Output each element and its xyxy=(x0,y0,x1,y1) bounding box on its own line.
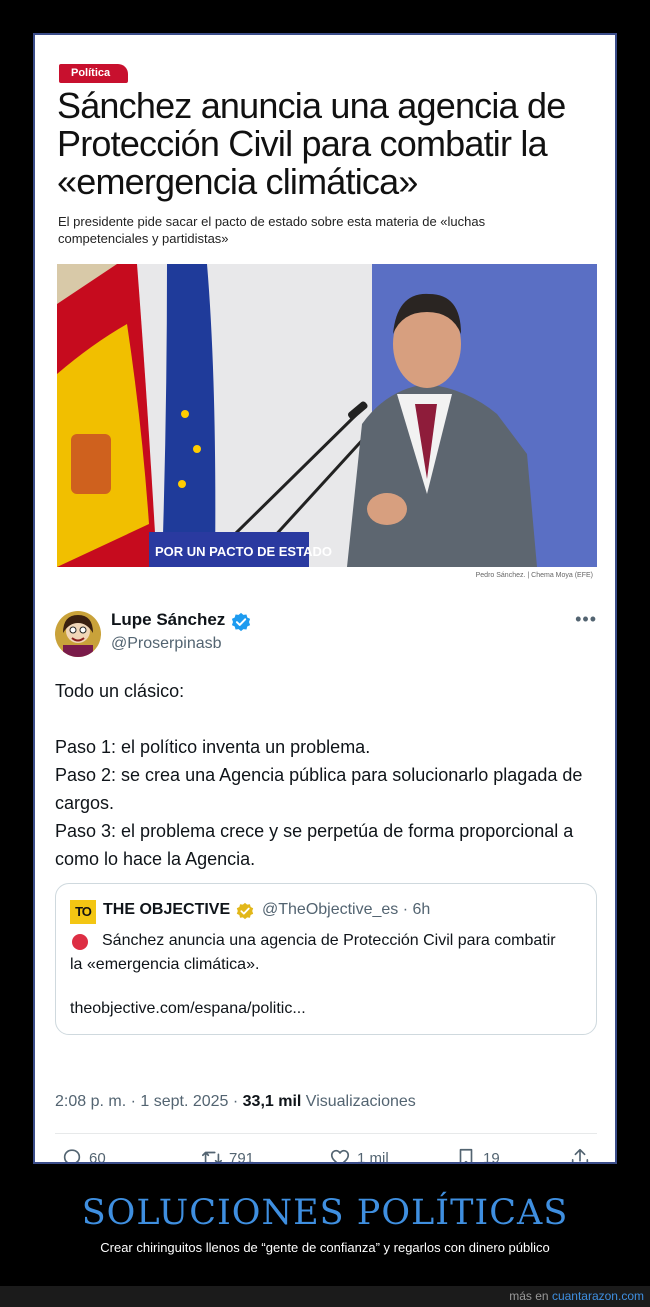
tweet-meta: 2:08 p. m. · 1 sept. 2025 · 33,1 mil Vis… xyxy=(55,1093,416,1111)
tweet-timestamp[interactable]: 2:08 p. m. · 1 sept. 2025 · xyxy=(55,1093,243,1110)
credit-prefix: más en xyxy=(509,1289,552,1303)
verified-badge-icon xyxy=(231,612,251,632)
photo-caption: Pedro Sánchez. | Chema Moya (EFE) xyxy=(475,572,593,579)
views-count: 33,1 mil xyxy=(242,1093,302,1110)
bookmark-icon xyxy=(459,1148,473,1162)
site-link[interactable]: cuantarazon.com xyxy=(552,1289,644,1303)
tweet-text: Todo un clásico: Paso 1: el político inv… xyxy=(55,677,595,873)
reply-count: 60 xyxy=(89,1149,106,1164)
like-count: 1 mil xyxy=(357,1149,389,1164)
bookmark-button[interactable]: 19 xyxy=(455,1147,500,1164)
podium-banner-text: POR UN PACTO DE ESTADO xyxy=(155,544,332,559)
avatar[interactable] xyxy=(55,611,101,657)
article-photo[interactable]: POR UN PACTO DE ESTADO xyxy=(57,264,597,567)
retweet-button[interactable]: 791 xyxy=(201,1147,255,1164)
share-button[interactable] xyxy=(569,1147,597,1162)
retweet-icon xyxy=(202,1151,222,1162)
divider xyxy=(55,1133,597,1134)
article-headline[interactable]: Sánchez anuncia una agencia de Protecció… xyxy=(57,87,597,201)
meme-subtitle: Crear chiringuitos llenos de “gente de c… xyxy=(100,1240,550,1255)
tweet-author-name[interactable]: Lupe Sánchez xyxy=(111,610,225,630)
retweet-count: 791 xyxy=(229,1149,255,1164)
meme-card: Política Sánchez anuncia una agencia de … xyxy=(33,33,617,1164)
heart-icon xyxy=(330,1149,350,1162)
site-credit: más en cuantarazon.com xyxy=(509,1289,644,1303)
views-label: Visualizaciones xyxy=(301,1093,416,1110)
the-objective-logo: TO xyxy=(70,900,96,924)
quoted-tweet-text: Sánchez anuncia una agencia de Protecció… xyxy=(70,932,556,973)
verified-org-badge-icon xyxy=(236,902,254,920)
section-badge[interactable]: Política xyxy=(59,64,129,83)
share-icon xyxy=(571,1148,589,1162)
quoted-author-handle-time[interactable]: @TheObjective_es · 6h xyxy=(262,901,430,919)
tweet-line-blank xyxy=(55,705,595,733)
tweet-line: Todo un clásico: xyxy=(55,681,185,701)
footer-bar: más en cuantarazon.com xyxy=(0,1286,650,1307)
tweet-actions: 60 791 1 mil 19 xyxy=(55,1147,597,1164)
like-button[interactable]: 1 mil xyxy=(329,1147,389,1164)
meme-title: SOLUCIONES POLÍTICAS xyxy=(81,1193,569,1233)
quoted-tweet[interactable]: TO THE OBJECTIVE @TheObjective_es · 6h S… xyxy=(55,883,597,1035)
more-options-icon[interactable]: ••• xyxy=(575,609,597,630)
reply-button[interactable]: 60 xyxy=(61,1147,106,1164)
article-subheadline: El presidente pide sacar el pacto de est… xyxy=(58,214,486,246)
quoted-tweet-link[interactable]: theobjective.com/espana/politic... xyxy=(70,1000,306,1018)
bookmark-count: 19 xyxy=(483,1149,500,1164)
tweet-line: Paso 2: se crea una Agencia pública para… xyxy=(55,765,583,813)
reply-icon xyxy=(63,1149,81,1162)
tweet-line: Paso 1: el político inventa un problema. xyxy=(55,737,371,757)
tweet-author-handle[interactable]: @Proserpinasb xyxy=(111,635,222,653)
tweet-line: Paso 3: el problema crece y se perpetúa … xyxy=(55,821,574,869)
quoted-author-name[interactable]: THE OBJECTIVE xyxy=(103,901,230,919)
